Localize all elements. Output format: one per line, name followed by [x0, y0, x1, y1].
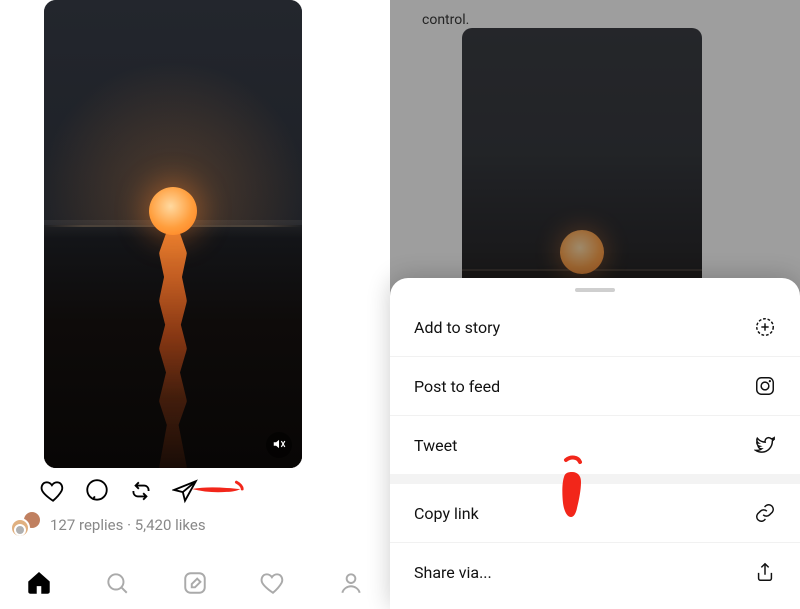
menu-label: Tweet — [414, 436, 457, 455]
menu-label: Copy link — [414, 504, 479, 523]
share-tweet[interactable]: Tweet — [390, 416, 800, 474]
search-tab[interactable] — [104, 570, 130, 596]
share-sheet: Add to story Post to feed Tweet Copy lin… — [390, 278, 800, 609]
share-copy-link[interactable]: Copy link — [390, 484, 800, 543]
annotation-arrow-left — [190, 477, 248, 499]
activity-tab[interactable] — [260, 570, 286, 596]
muted-icon — [272, 436, 286, 455]
mute-toggle[interactable] — [266, 432, 292, 458]
repliers-avatars — [10, 510, 42, 540]
bottom-nav — [0, 557, 390, 609]
share-via[interactable]: Share via... — [390, 543, 800, 601]
share-button[interactable] — [172, 478, 198, 504]
share-icon — [754, 561, 776, 583]
add-story-icon — [754, 316, 776, 338]
left-screen: 127 replies · 5,420 likes — [0, 0, 390, 609]
comment-button[interactable] — [84, 478, 110, 504]
post-stats-text: 127 replies · 5,420 likes — [50, 516, 206, 534]
menu-label: Add to story — [414, 318, 500, 337]
menu-label: Share via... — [414, 563, 492, 582]
link-icon — [754, 502, 776, 524]
right-screen: control. Add to story Post to feed Twe — [390, 0, 800, 609]
home-tab[interactable] — [26, 570, 52, 596]
sheet-grabber[interactable] — [575, 288, 615, 292]
share-add-to-story[interactable]: Add to story — [390, 298, 800, 357]
post-action-row — [40, 478, 198, 504]
instagram-icon — [754, 375, 776, 397]
post-video[interactable] — [44, 0, 302, 468]
compose-tab[interactable] — [182, 570, 208, 596]
post-stats-row[interactable]: 127 replies · 5,420 likes — [10, 510, 206, 540]
twitter-icon — [754, 434, 776, 456]
share-post-to-feed[interactable]: Post to feed — [390, 357, 800, 416]
repost-button[interactable] — [128, 478, 154, 504]
profile-tab[interactable] — [338, 570, 364, 596]
menu-label: Post to feed — [414, 377, 500, 396]
like-button[interactable] — [40, 478, 66, 504]
